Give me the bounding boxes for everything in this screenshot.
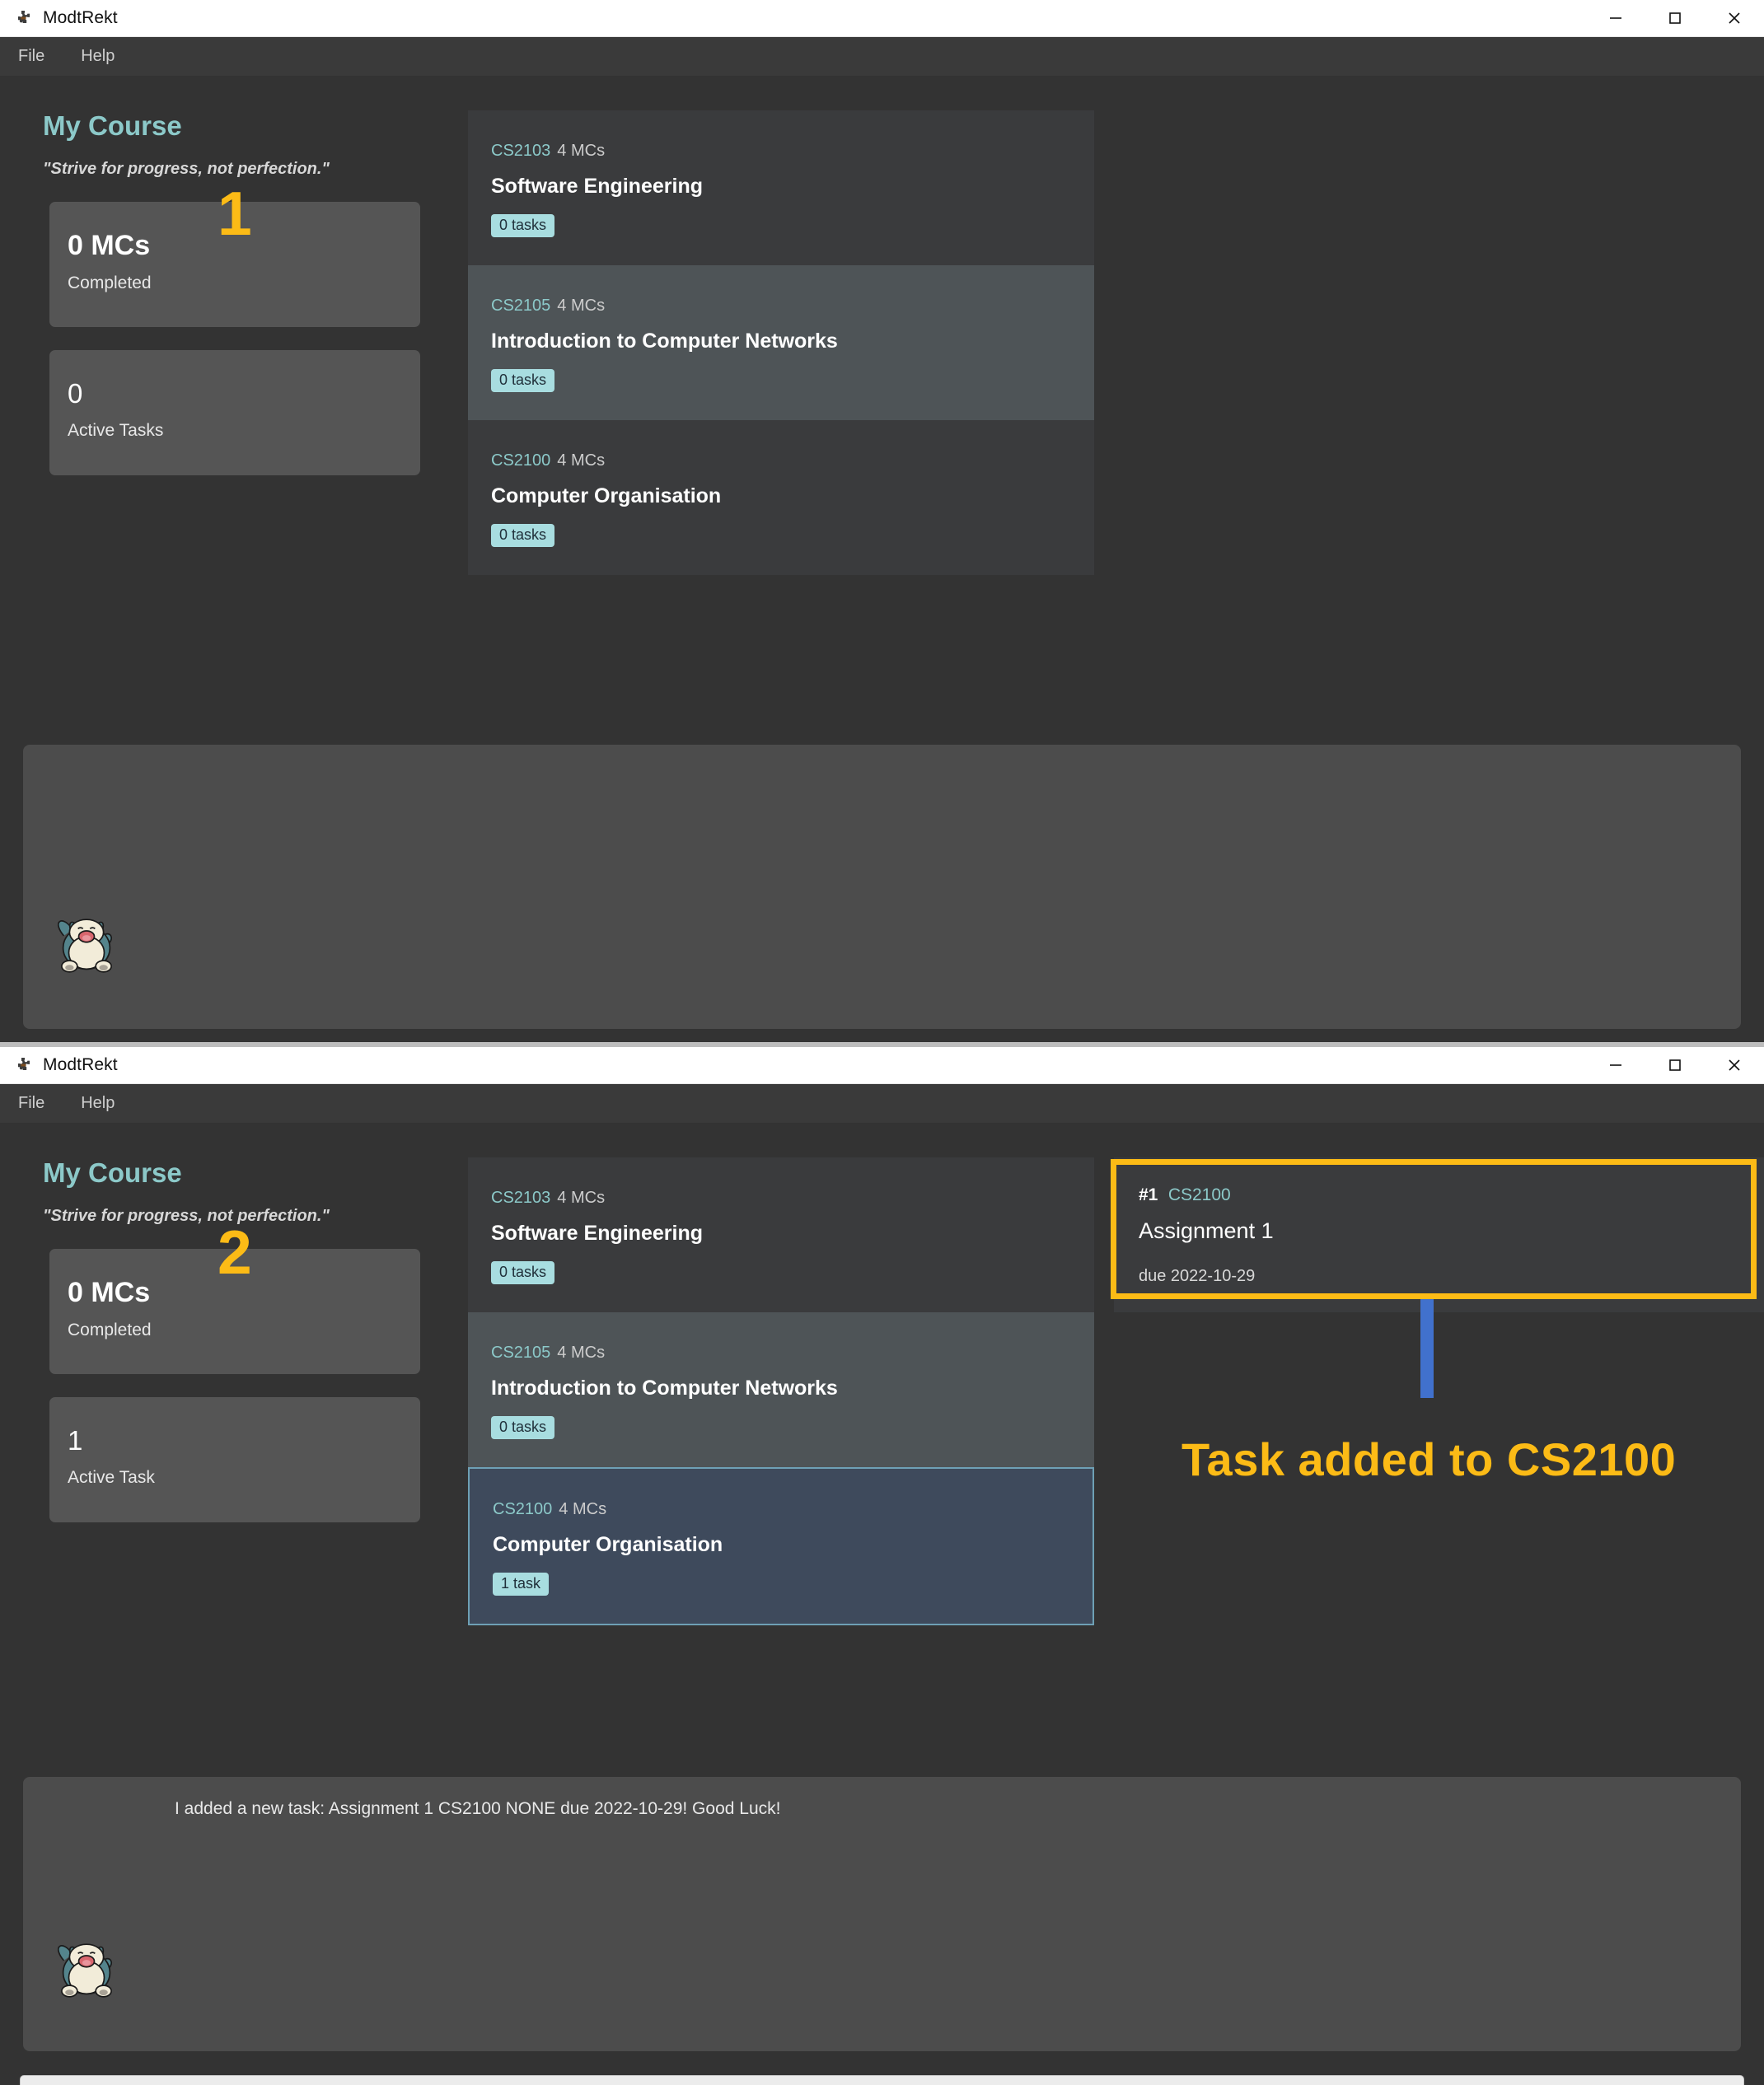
content-before: My Course "Strive for progress, not perf… xyxy=(0,76,1764,1042)
window-controls xyxy=(1586,0,1764,37)
task-count-badge: 0 tasks xyxy=(491,214,555,237)
course-card[interactable]: CS2105 4 MCs Introduction to Computer Net… xyxy=(468,1312,1094,1467)
titlebar-left: ModtRekt xyxy=(0,8,1586,28)
step-badge-one: 1 xyxy=(218,179,252,248)
task-count-badge: 0 tasks xyxy=(491,1261,555,1284)
course-card[interactable]: CS2100 4 MCs Computer Organisation 0 task… xyxy=(468,420,1094,575)
course-card[interactable]: CS2103 4 MCs Software Engineering 0 tasks xyxy=(468,110,1094,265)
command-input[interactable] xyxy=(20,2075,1744,2085)
course-code: CS2103 xyxy=(491,1189,551,1207)
course-code: CS2100 xyxy=(491,451,551,470)
puzzle-piece-icon xyxy=(15,1056,33,1074)
chat-message: I added a new task: Assignment 1 CS2100 … xyxy=(175,1799,781,1818)
maximize-icon[interactable] xyxy=(1645,1047,1705,1084)
titlebar-left: ModtRekt xyxy=(0,1055,1586,1075)
callout-task-added: Task added to CS2100 xyxy=(1181,1433,1677,1485)
snorlax-mascot-icon xyxy=(51,905,122,976)
chat-panel-before xyxy=(23,745,1741,1029)
puzzle-piece-icon xyxy=(15,9,33,27)
close-icon[interactable] xyxy=(1705,0,1764,37)
maximize-icon[interactable] xyxy=(1645,0,1705,37)
menu-item-help[interactable]: Help xyxy=(81,1094,115,1113)
menu-item-file[interactable]: File xyxy=(18,1094,44,1113)
command-input-wrapper-after xyxy=(20,2075,1744,2085)
stat-value: 1 xyxy=(68,1425,83,1456)
course-code: CS2105 xyxy=(491,297,551,315)
chat-panel-after: I added a new task: Assignment 1 CS2100 … xyxy=(23,1777,1741,2051)
sidebar-after: My Course "Strive for progress, not perf… xyxy=(0,1123,468,1522)
course-list-before: CS2103 4 MCs Software Engineering 0 tasks… xyxy=(468,76,1094,575)
minimize-icon[interactable] xyxy=(1586,0,1645,37)
window-after: ModtRekt File Help My Course "Strive for… xyxy=(0,1047,1764,2085)
page-title: My Course xyxy=(43,110,182,141)
stat-label: Active Task xyxy=(68,1468,155,1487)
snorlax-mascot-icon xyxy=(51,1930,122,2001)
course-name: Computer Organisation xyxy=(493,1533,723,1556)
menubar-before: File Help xyxy=(0,37,1764,76)
course-name: Software Engineering xyxy=(491,175,703,198)
course-code: CS2103 xyxy=(491,142,551,160)
window-title: ModtRekt xyxy=(43,8,118,27)
task-count-badge: 1 task xyxy=(493,1573,550,1596)
menu-item-help[interactable]: Help xyxy=(81,47,115,66)
course-code: CS2105 xyxy=(491,1344,551,1362)
stat-label: Completed xyxy=(68,1321,152,1339)
sidebar-before: My Course "Strive for progress, not perf… xyxy=(0,76,468,475)
course-name: Computer Organisation xyxy=(491,484,722,507)
highlight-box-task-card xyxy=(1111,1159,1757,1299)
titlebar-before: ModtRekt xyxy=(0,0,1764,37)
course-code: CS2100 xyxy=(493,1500,553,1518)
blue-pointer-line xyxy=(1420,1299,1434,1398)
course-mcs: 4 MCs xyxy=(557,1344,606,1362)
window-title: ModtRekt xyxy=(43,1055,118,1074)
task-count-badge: 0 tasks xyxy=(491,369,555,392)
course-list-after: CS2103 4 MCs Software Engineering 0 tasks… xyxy=(468,1123,1094,1625)
task-count-badge: 0 tasks xyxy=(491,524,555,547)
stat-value: 0 xyxy=(68,378,83,409)
course-name: Introduction to Computer Networks xyxy=(491,330,838,353)
stat-card-active-tasks: 0 Active Tasks xyxy=(49,350,420,475)
motivational-quote: "Strive for progress, not perfection." xyxy=(43,160,330,178)
step-badge-two: 2 xyxy=(218,1218,252,1287)
course-mcs: 4 MCs xyxy=(557,451,606,470)
course-mcs: 4 MCs xyxy=(557,142,606,160)
menubar-after: File Help xyxy=(0,1084,1764,1123)
course-mcs: 4 MCs xyxy=(559,1500,607,1518)
course-mcs: 4 MCs xyxy=(557,297,606,315)
screenshot-root: ModtRekt File Help My Course "Strive for… xyxy=(0,0,1764,2085)
stat-card-active-tasks: 1 Active Task xyxy=(49,1397,420,1522)
course-mcs: 4 MCs xyxy=(557,1189,606,1207)
stat-label: Completed xyxy=(68,273,152,292)
course-card-selected[interactable]: CS2100 4 MCs Computer Organisation 1 task xyxy=(468,1467,1094,1625)
course-card[interactable]: CS2103 4 MCs Software Engineering 0 tasks xyxy=(468,1157,1094,1312)
stat-label: Active Tasks xyxy=(68,421,164,440)
task-count-badge: 0 tasks xyxy=(491,1416,555,1439)
content-after: My Course "Strive for progress, not perf… xyxy=(0,1123,1764,2085)
course-card[interactable]: CS2105 4 MCs Introduction to Computer Net… xyxy=(468,265,1094,420)
course-name: Software Engineering xyxy=(491,1222,703,1245)
window-before: ModtRekt File Help My Course "Strive for… xyxy=(0,0,1764,1042)
close-icon[interactable] xyxy=(1705,1047,1764,1084)
course-name: Introduction to Computer Networks xyxy=(491,1377,838,1400)
page-title: My Course xyxy=(43,1157,182,1188)
titlebar-after: ModtRekt xyxy=(0,1047,1764,1084)
menu-item-file[interactable]: File xyxy=(18,47,44,66)
minimize-icon[interactable] xyxy=(1586,1047,1645,1084)
window-controls xyxy=(1586,1047,1764,1084)
